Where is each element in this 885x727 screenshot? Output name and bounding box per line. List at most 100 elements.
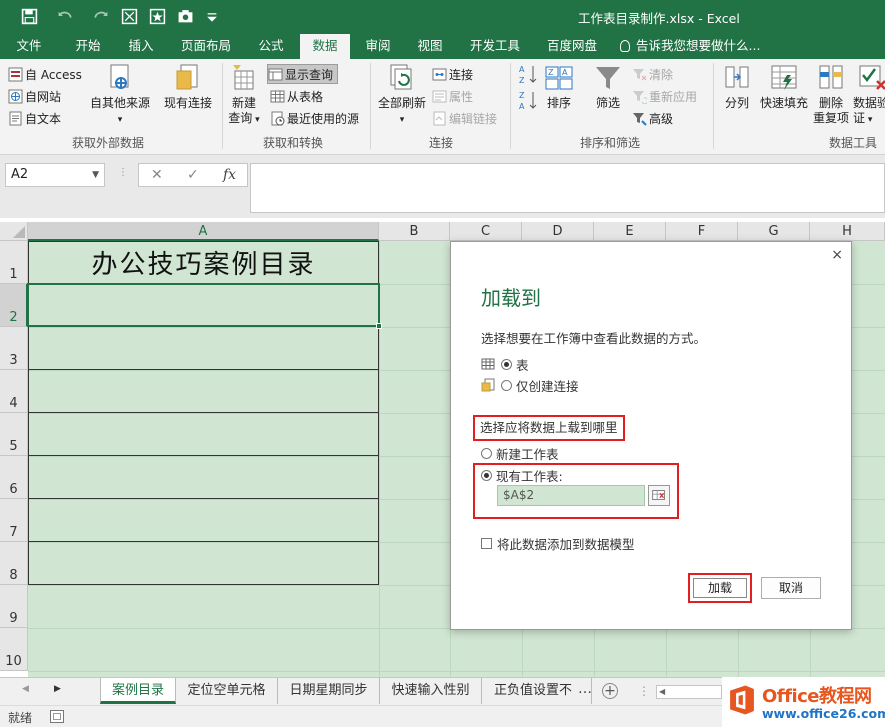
radio-new-sheet[interactable] — [481, 447, 492, 459]
sort-button[interactable]: ZA 排序 — [543, 63, 575, 111]
from-access-button[interactable]: 自 Access — [8, 64, 82, 84]
data-validation-button[interactable]: 数据验证 ▾ — [853, 63, 885, 128]
properties-button[interactable]: 属性 — [432, 86, 473, 106]
tab-formulas[interactable]: 公式 — [248, 34, 294, 59]
tab-file[interactable]: 文件 — [8, 34, 50, 59]
option-existing-sheet[interactable]: 现有工作表: — [481, 466, 563, 484]
reapply-button[interactable]: 重新应用 — [632, 86, 697, 106]
row-header-3[interactable]: 3 — [0, 327, 28, 370]
sheet-tab-locate-blank[interactable]: 定位空单元格 — [176, 678, 278, 704]
tab-home[interactable]: 开始 — [64, 34, 112, 59]
cell-a6[interactable] — [28, 456, 379, 499]
undo-icon[interactable] — [50, 5, 80, 27]
filter-button[interactable]: 筛选 — [591, 63, 625, 111]
tab-insert[interactable]: 插入 — [118, 34, 164, 59]
sheet-tab-gender-input[interactable]: 快速输入性别 — [380, 678, 482, 704]
more-sheets-icon[interactable]: … — [578, 681, 592, 697]
column-header-h[interactable]: H — [810, 222, 885, 241]
sheet-tab-pos-neg[interactable]: 正负值设置不 — [482, 678, 592, 704]
sort-za-button[interactable]: ZA — [518, 89, 540, 111]
redo-icon[interactable] — [85, 5, 115, 27]
row-header-6[interactable]: 6 — [0, 456, 28, 499]
customize-qat-icon[interactable] — [205, 5, 219, 27]
formula-input[interactable] — [250, 163, 885, 213]
name-box[interactable]: A2 ▼ — [5, 163, 105, 187]
column-header-e[interactable]: E — [594, 222, 666, 241]
column-header-c[interactable]: C — [450, 222, 522, 241]
row-header-2[interactable]: 2 — [0, 284, 28, 327]
star-icon[interactable] — [146, 5, 168, 27]
row-header-4[interactable]: 4 — [0, 370, 28, 413]
connections-button[interactable]: 连接 — [432, 64, 473, 84]
save-icon[interactable] — [18, 5, 40, 27]
scroll-left-icon[interactable]: ◀ — [22, 684, 29, 694]
tab-review[interactable]: 审阅 — [356, 34, 400, 59]
from-table-button[interactable]: 从表格 — [270, 86, 323, 106]
column-header-a[interactable]: A — [28, 222, 379, 241]
checkbox-box[interactable] — [481, 538, 492, 549]
column-header-f[interactable]: F — [666, 222, 738, 241]
sort-az-button[interactable]: AZ — [518, 63, 540, 85]
radio-table[interactable] — [501, 358, 512, 370]
macro-record-icon[interactable] — [50, 710, 64, 723]
cancel-icon[interactable]: ✕ — [151, 167, 163, 183]
add-sheet-icon[interactable]: + — [602, 683, 618, 699]
from-text-button[interactable]: 自文本 — [8, 108, 61, 128]
clear-filter-button[interactable]: 清除 — [632, 64, 673, 84]
enter-icon[interactable]: ✓ — [187, 167, 199, 183]
row-header-10[interactable]: 10 — [0, 628, 28, 671]
name-box-dropdown-icon[interactable]: ▼ — [92, 164, 99, 186]
cell-a5[interactable] — [28, 413, 379, 456]
option-new-sheet[interactable]: 新建工作表 — [481, 444, 559, 462]
load-button[interactable]: 加载 — [693, 578, 747, 598]
tab-developer[interactable]: 开发工具 — [460, 34, 530, 59]
cancel-button[interactable]: 取消 — [761, 577, 821, 599]
cell-a1[interactable]: 办公技巧案例目录 — [28, 241, 379, 284]
scrollbar-left-arrow-icon[interactable]: ◀ — [659, 687, 665, 696]
cell-a3[interactable] — [28, 327, 379, 370]
cell-a4[interactable] — [28, 370, 379, 413]
row-header-8[interactable]: 8 — [0, 542, 28, 585]
row-header-1[interactable]: 1 — [0, 241, 28, 284]
sheet-tab-cases[interactable]: 案例目录 — [100, 678, 176, 704]
show-queries-button[interactable]: 显示查询 — [267, 64, 339, 84]
row-header-5[interactable]: 5 — [0, 413, 28, 456]
from-other-sources-button[interactable]: 自其他来源 ▾ — [88, 63, 152, 128]
collapse-dialog-button[interactable] — [648, 485, 670, 506]
select-all-corner[interactable] — [0, 222, 28, 241]
existing-connections-button[interactable]: 现有连接 — [160, 63, 216, 111]
row-header-7[interactable]: 7 — [0, 499, 28, 542]
refresh-all-button[interactable]: 全部刷新 ▾ — [375, 63, 429, 128]
tab-page-layout[interactable]: 页面布局 — [172, 34, 240, 59]
option-table[interactable]: 表 — [481, 355, 529, 373]
screenshot-icon[interactable] — [118, 5, 140, 27]
from-web-button[interactable]: 自网站 — [8, 86, 61, 106]
range-reference-input[interactable]: $A$2 — [497, 485, 645, 506]
fill-handle[interactable] — [376, 323, 382, 329]
advanced-filter-button[interactable]: 高级 — [632, 108, 673, 128]
horizontal-scrollbar[interactable]: ◀ — [656, 685, 722, 699]
insert-function-icon[interactable]: fx — [223, 167, 236, 183]
tab-baidu[interactable]: 百度网盘 — [538, 34, 606, 59]
option-connection-only[interactable]: 仅创建连接 — [481, 376, 579, 394]
remove-duplicates-button[interactable]: 删除 重复项 — [811, 63, 851, 126]
column-header-g[interactable]: G — [738, 222, 810, 241]
tab-data[interactable]: 数据 — [300, 34, 350, 59]
radio-connection-only[interactable] — [501, 379, 512, 391]
edit-links-button[interactable]: 编辑链接 — [432, 108, 497, 128]
column-header-d[interactable]: D — [522, 222, 594, 241]
flash-fill-button[interactable]: 快速填充 — [757, 63, 811, 111]
add-to-data-model-checkbox[interactable]: 将此数据添加到数据模型 — [481, 534, 635, 553]
tab-view[interactable]: 视图 — [408, 34, 452, 59]
close-icon[interactable]: × — [831, 247, 843, 263]
camera-icon[interactable] — [174, 5, 196, 27]
recent-sources-button[interactable]: 最近使用的源 — [270, 108, 359, 128]
formula-bar-grip-icon[interactable]: ⋮ — [118, 167, 128, 178]
row-header-9[interactable]: 9 — [0, 585, 28, 628]
scroll-divider-icon[interactable]: ⋮ — [638, 684, 650, 698]
column-header-b[interactable]: B — [379, 222, 450, 241]
radio-existing-sheet[interactable] — [481, 469, 492, 481]
scroll-right-icon[interactable]: ▶ — [54, 684, 61, 694]
text-to-columns-button[interactable]: 分列 — [719, 63, 755, 111]
tell-me[interactable]: 告诉我您想要做什么... — [620, 34, 770, 59]
